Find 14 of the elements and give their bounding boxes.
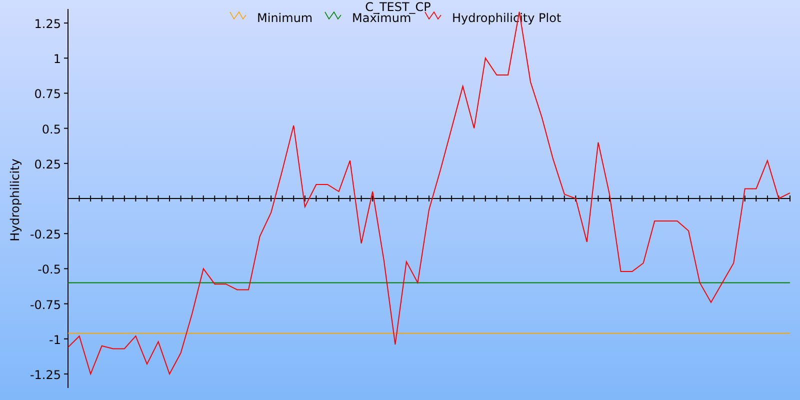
y-tick-label: -1.25 [30,368,61,382]
y-tick-label: -0.5 [38,262,61,277]
y-tick-label: -0.25 [30,228,61,242]
y-tick-label: -0.75 [30,298,61,312]
chart-title: C_TEST_CP [365,0,431,14]
y-tick-label: 0.75 [34,87,61,102]
y-axis-label: Hydrophilicity [8,158,22,242]
y-tick-label: -1 [49,332,61,347]
y-tick-label: 0.5 [42,122,61,136]
legend-label: Minimum [257,11,313,25]
y-tick-label: 1 [53,52,61,66]
y-tick-label: 0.25 [34,157,61,172]
legend-label: Maximum [352,11,412,25]
y-tick-label: 1.25 [34,17,61,32]
